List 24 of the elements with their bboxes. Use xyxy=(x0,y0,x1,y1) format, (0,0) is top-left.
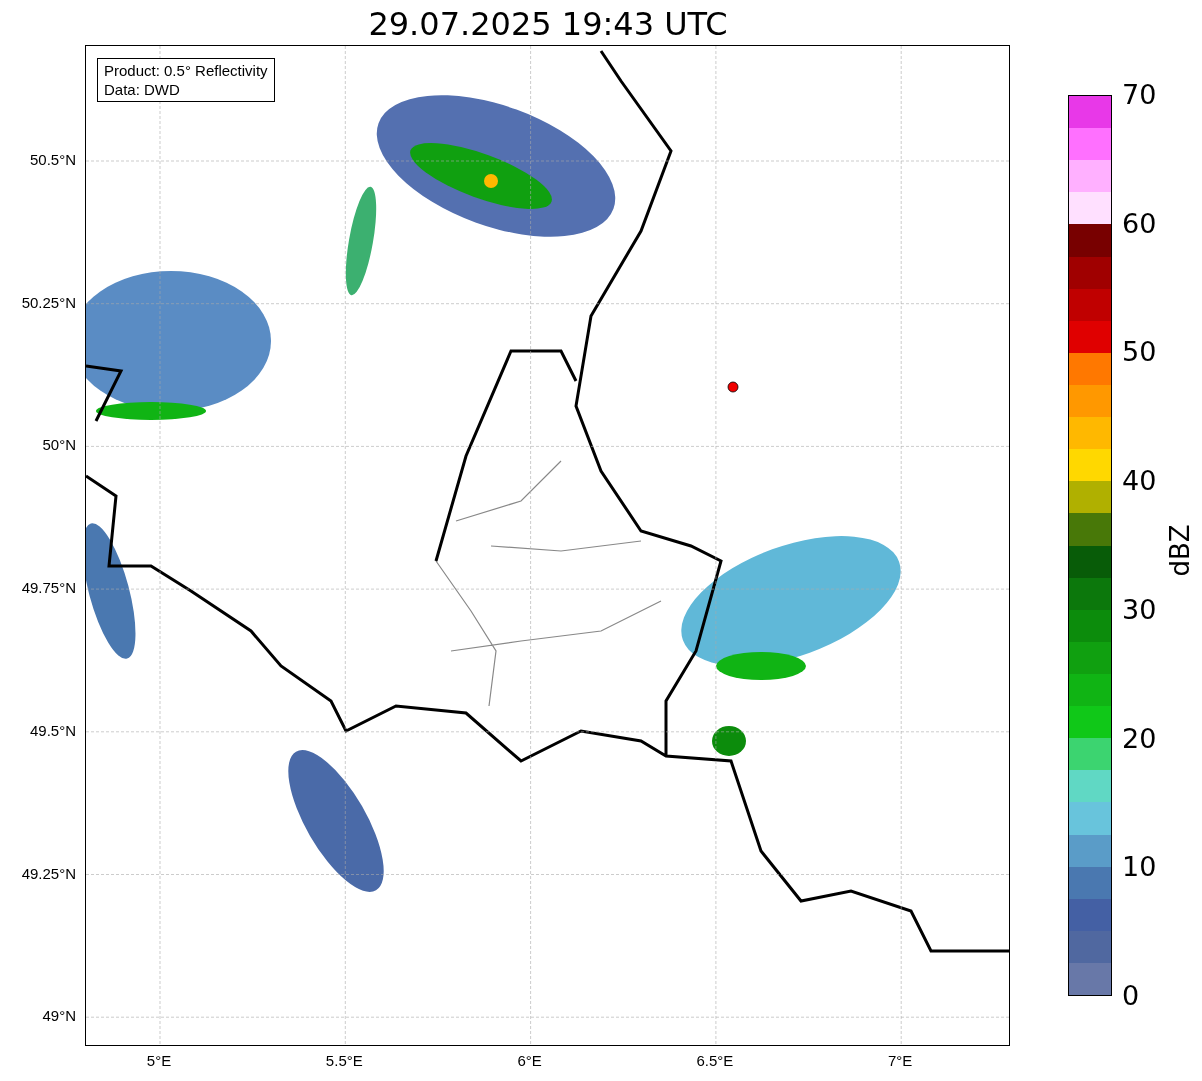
longitude-label: 5.5°E xyxy=(325,1052,363,1070)
longitude-label: 6.5°E xyxy=(696,1052,734,1070)
colorbar-tick-label: 0 xyxy=(1122,981,1140,1011)
info-text: Data: DWD xyxy=(104,80,181,99)
latitude-label: 49.5°N xyxy=(29,721,76,740)
info-text: Product: 0.5° Reflectivity xyxy=(104,61,268,80)
longitude-label: 7°E xyxy=(888,1052,913,1070)
colorbar-tick-label: 30 xyxy=(1122,594,1157,625)
colorbar-tick-label: 70 xyxy=(1122,80,1157,110)
colorbar-tick-label: 20 xyxy=(1122,723,1157,754)
longitude-label: 5°E xyxy=(146,1052,172,1070)
chart-title: 29.07.2025 19:43 UTC xyxy=(368,4,728,44)
latitude-label: 49°N xyxy=(42,1007,76,1026)
latitude-label: 50.5°N xyxy=(29,151,76,169)
latitude-label: 50°N xyxy=(42,436,76,455)
colorbar-tick-label: 60 xyxy=(1122,208,1157,239)
latitude-label: 49.75°N xyxy=(21,579,76,598)
colorbar-tick-label: 10 xyxy=(1122,852,1157,883)
colorbar-tick-label: 40 xyxy=(1122,466,1157,497)
longitude-label: 6°E xyxy=(517,1052,542,1070)
colorbar-label: dBZ xyxy=(1163,523,1196,577)
latitude-label: 49.25°N xyxy=(21,864,76,883)
latitude-label: 50.25°N xyxy=(21,293,76,312)
colorbar-tick-label: 50 xyxy=(1122,337,1157,368)
